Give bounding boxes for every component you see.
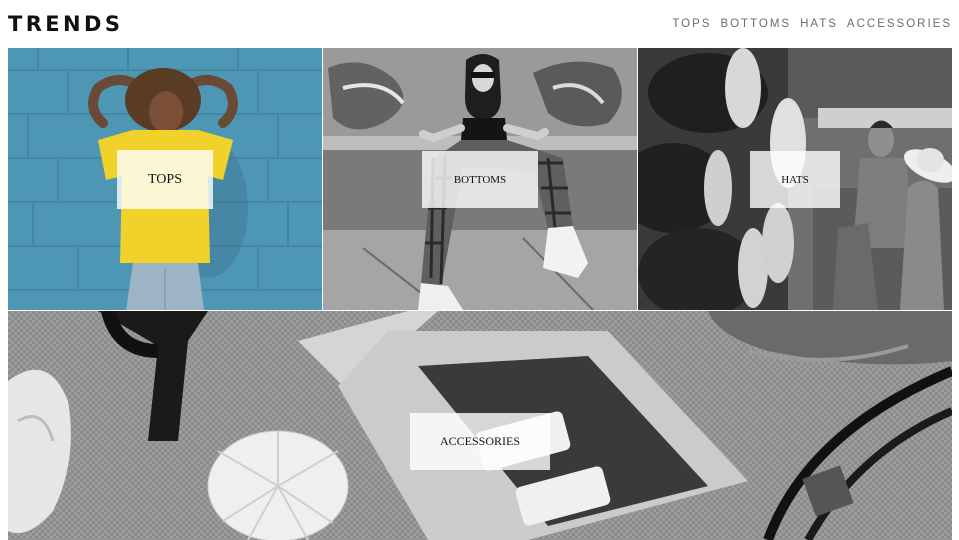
tile-label-accessories: ACCESSORIES bbox=[410, 413, 550, 470]
tile-label-hats: HATS bbox=[750, 151, 840, 208]
main-nav: TOPS BOTTOMS HATS ACCESSORIES bbox=[672, 16, 952, 32]
brand-logo[interactable]: TRENDS bbox=[8, 9, 123, 39]
nav-link-bottoms[interactable]: BOTTOMS bbox=[720, 16, 791, 32]
nav-link-tops[interactable]: TOPS bbox=[672, 16, 711, 32]
category-tile-accessories[interactable]: ACCESSORIES bbox=[8, 311, 952, 540]
site-header: TRENDS TOPS BOTTOMS HATS ACCESSORIES bbox=[0, 0, 959, 48]
nav-link-accessories[interactable]: ACCESSORIES bbox=[847, 16, 952, 32]
category-tile-bottoms[interactable]: BOTTOMS bbox=[323, 48, 637, 310]
category-tile-tops[interactable]: TOPS bbox=[8, 48, 322, 310]
tile-label-bottoms: BOTTOMS bbox=[422, 151, 538, 208]
category-tile-hats[interactable]: HATS bbox=[638, 48, 952, 310]
tile-label-tops: TOPS bbox=[117, 150, 213, 209]
nav-link-hats[interactable]: HATS bbox=[800, 16, 838, 32]
